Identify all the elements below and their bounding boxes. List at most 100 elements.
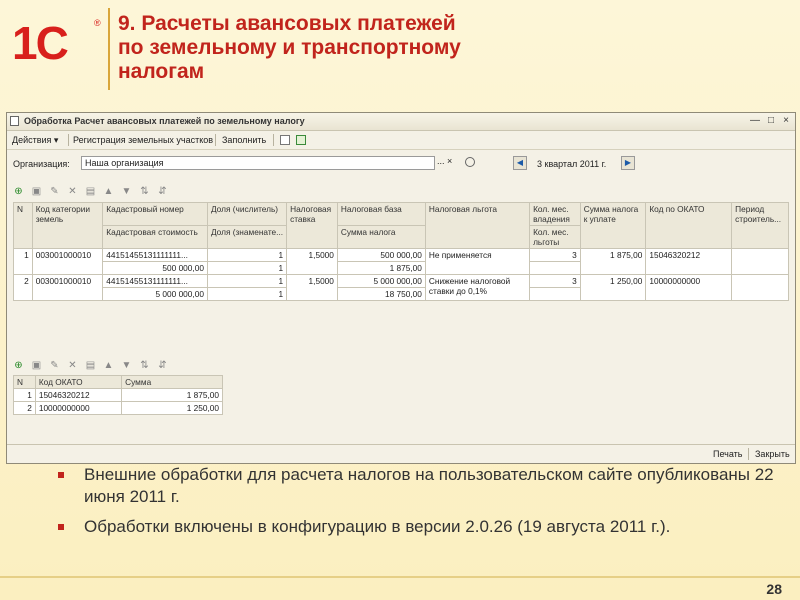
cell-period[interactable] bbox=[731, 274, 789, 301]
okato-table-toolbar: ⊕ ▣ ✎ ✕ ▤ ▲ ▼ ⇅ ⇵ bbox=[13, 358, 213, 374]
delete-icon[interactable]: ✕ bbox=[67, 186, 78, 197]
edit-doc-icon[interactable] bbox=[280, 135, 290, 145]
cell-rate[interactable]: 1,5000 bbox=[286, 248, 338, 275]
sort-desc-icon[interactable]: ⇵ bbox=[157, 186, 168, 197]
help-icon[interactable] bbox=[296, 135, 306, 145]
col-share-den[interactable]: Доля (знаменате... bbox=[206, 225, 288, 249]
cell-share-num[interactable]: 1 bbox=[206, 274, 288, 288]
col-tax-amount[interactable]: Сумма налога bbox=[336, 225, 426, 249]
organization-field[interactable]: Наша организация bbox=[81, 156, 435, 170]
col-cadastral-value[interactable]: Кадастровая стоимость bbox=[102, 225, 208, 249]
cell-okato-code[interactable]: 10000000000 bbox=[34, 401, 123, 415]
cell-rate[interactable]: 1,5000 bbox=[286, 274, 338, 301]
cell-share-num[interactable]: 1 bbox=[206, 248, 288, 262]
table-row[interactable]: 1 003001000010 44151455131111111... 1 1,… bbox=[13, 248, 789, 275]
table-row[interactable]: 2 10000000000 1 250,00 bbox=[13, 401, 223, 415]
col-months[interactable]: Кол. мес. владения bbox=[529, 202, 581, 226]
sort-asc-icon[interactable]: ⇅ bbox=[139, 186, 150, 197]
close-window-button[interactable]: × bbox=[780, 115, 792, 127]
cell-cadastral-value[interactable]: 500 000,00 bbox=[102, 261, 208, 275]
button-separator bbox=[748, 448, 749, 460]
sort-desc-icon[interactable]: ⇵ bbox=[157, 360, 168, 371]
cell-sum[interactable]: 1 875,00 bbox=[121, 388, 223, 402]
cell-category[interactable]: 003001000010 bbox=[31, 248, 104, 275]
cell-period[interactable] bbox=[731, 248, 789, 275]
cell-share-den[interactable]: 1 bbox=[206, 261, 288, 275]
col-tax-due[interactable]: Сумма налога к уплате bbox=[579, 202, 647, 249]
edit-icon[interactable]: ✎ bbox=[49, 360, 60, 371]
register-land-button[interactable]: Регистрация земельных участков bbox=[73, 135, 213, 145]
cell-cadastral-value[interactable]: 5 000 000,00 bbox=[102, 287, 208, 301]
organization-select-buttons[interactable]: ... × bbox=[437, 156, 452, 166]
cell-tax-due[interactable]: 1 875,00 bbox=[579, 248, 647, 275]
prev-period-button[interactable]: ◀ bbox=[513, 156, 527, 170]
cell-cadastral-number[interactable]: 44151455131111111... bbox=[102, 274, 208, 288]
bullet-marker bbox=[58, 524, 64, 530]
table-row[interactable]: 2 003001000010 44151455131111111... 1 1,… bbox=[13, 274, 789, 301]
fill-button[interactable]: Заполнить bbox=[222, 135, 266, 145]
cell-sum[interactable]: 1 250,00 bbox=[121, 401, 223, 415]
col-base[interactable]: Налоговая база bbox=[336, 202, 426, 226]
col-period[interactable]: Период строитель... bbox=[731, 202, 789, 249]
move-down-icon[interactable]: ▼ bbox=[121, 186, 132, 197]
cell-okato[interactable]: 10000000000 bbox=[645, 274, 733, 301]
col-okato[interactable]: Код по ОКАТО bbox=[645, 202, 733, 249]
cell-benefit-line-1: Не применяется bbox=[428, 250, 492, 260]
cell-benefit[interactable]: Не применяется bbox=[424, 248, 531, 275]
next-period-button[interactable]: ▶ bbox=[621, 156, 635, 170]
cell-benefit-months[interactable] bbox=[529, 287, 581, 301]
cell-cadastral-number[interactable]: 44151455131111111... bbox=[102, 248, 208, 262]
window-titlebar: Обработка Расчет авансовых платежей по з… bbox=[7, 113, 795, 131]
open-icon[interactable] bbox=[465, 157, 475, 167]
close-button[interactable]: Закрыть bbox=[755, 449, 790, 459]
organization-row: Организация: Наша организация ... × ◀ 3 … bbox=[7, 153, 795, 175]
cell-n[interactable]: 2 bbox=[13, 401, 36, 415]
col-share-num[interactable]: Доля (числитель) bbox=[206, 202, 288, 226]
cell-share-den[interactable]: 1 bbox=[206, 287, 288, 301]
edit-icon[interactable]: ✎ bbox=[49, 186, 60, 197]
table-row[interactable]: 1 15046320212 1 875,00 bbox=[13, 388, 223, 402]
delete-icon[interactable]: ✕ bbox=[67, 360, 78, 371]
col-benefit-months[interactable]: Кол. мес. льготы bbox=[529, 225, 581, 249]
col-benefit[interactable]: Налоговая льгота bbox=[424, 202, 531, 249]
copy-icon[interactable]: ▣ bbox=[31, 186, 42, 197]
minimize-button[interactable]: — bbox=[749, 115, 761, 127]
cell-benefit-months[interactable] bbox=[529, 261, 581, 275]
actions-menu[interactable]: Действия ▾ bbox=[12, 135, 58, 146]
cell-tax-amount[interactable]: 1 875,00 bbox=[336, 261, 426, 275]
sort-asc-icon[interactable]: ⇅ bbox=[139, 360, 150, 371]
end-edit-icon[interactable]: ▤ bbox=[85, 360, 96, 371]
add-icon[interactable]: ⊕ bbox=[13, 186, 24, 197]
cell-category[interactable]: 003001000010 bbox=[31, 274, 104, 301]
cell-n[interactable]: 1 bbox=[13, 248, 33, 275]
copy-icon[interactable]: ▣ bbox=[31, 360, 42, 371]
main-table-toolbar: ⊕ ▣ ✎ ✕ ▤ ▲ ▼ ⇅ ⇵ bbox=[13, 184, 213, 200]
move-down-icon[interactable]: ▼ bbox=[121, 360, 132, 371]
col-n[interactable]: N bbox=[13, 375, 36, 389]
cell-tax-due[interactable]: 1 250,00 bbox=[579, 274, 647, 301]
cell-n[interactable]: 1 bbox=[13, 388, 36, 402]
cell-base[interactable]: 500 000,00 bbox=[336, 248, 426, 262]
cell-benefit[interactable]: Снижение налоговой ставки до 0,1% bbox=[424, 274, 531, 301]
move-up-icon[interactable]: ▲ bbox=[103, 360, 114, 371]
cell-n[interactable]: 2 bbox=[13, 274, 33, 301]
cell-okato-code[interactable]: 15046320212 bbox=[34, 388, 123, 402]
print-button[interactable]: Печать bbox=[713, 449, 742, 459]
end-edit-icon[interactable]: ▤ bbox=[85, 186, 96, 197]
col-category[interactable]: Код категории земель bbox=[31, 202, 104, 249]
col-okato-code[interactable]: Код ОКАТО bbox=[34, 375, 123, 389]
command-separator bbox=[215, 134, 216, 146]
cell-base[interactable]: 5 000 000,00 bbox=[336, 274, 426, 288]
cell-months[interactable]: 3 bbox=[529, 248, 581, 262]
move-up-icon[interactable]: ▲ bbox=[103, 186, 114, 197]
okato-table: N Код ОКАТО Сумма 1 15046320212 1 875,00… bbox=[13, 375, 223, 415]
cell-okato[interactable]: 15046320212 bbox=[645, 248, 733, 275]
cell-months[interactable]: 3 bbox=[529, 274, 581, 288]
col-cadastral-number[interactable]: Кадастровый номер bbox=[102, 202, 208, 226]
add-icon[interactable]: ⊕ bbox=[13, 360, 24, 371]
col-rate[interactable]: Налоговая ставка bbox=[286, 202, 338, 249]
col-n[interactable]: N bbox=[13, 202, 33, 249]
cell-tax-amount[interactable]: 18 750,00 bbox=[336, 287, 426, 301]
col-sum[interactable]: Сумма bbox=[121, 375, 223, 389]
maximize-button[interactable]: □ bbox=[765, 115, 777, 127]
